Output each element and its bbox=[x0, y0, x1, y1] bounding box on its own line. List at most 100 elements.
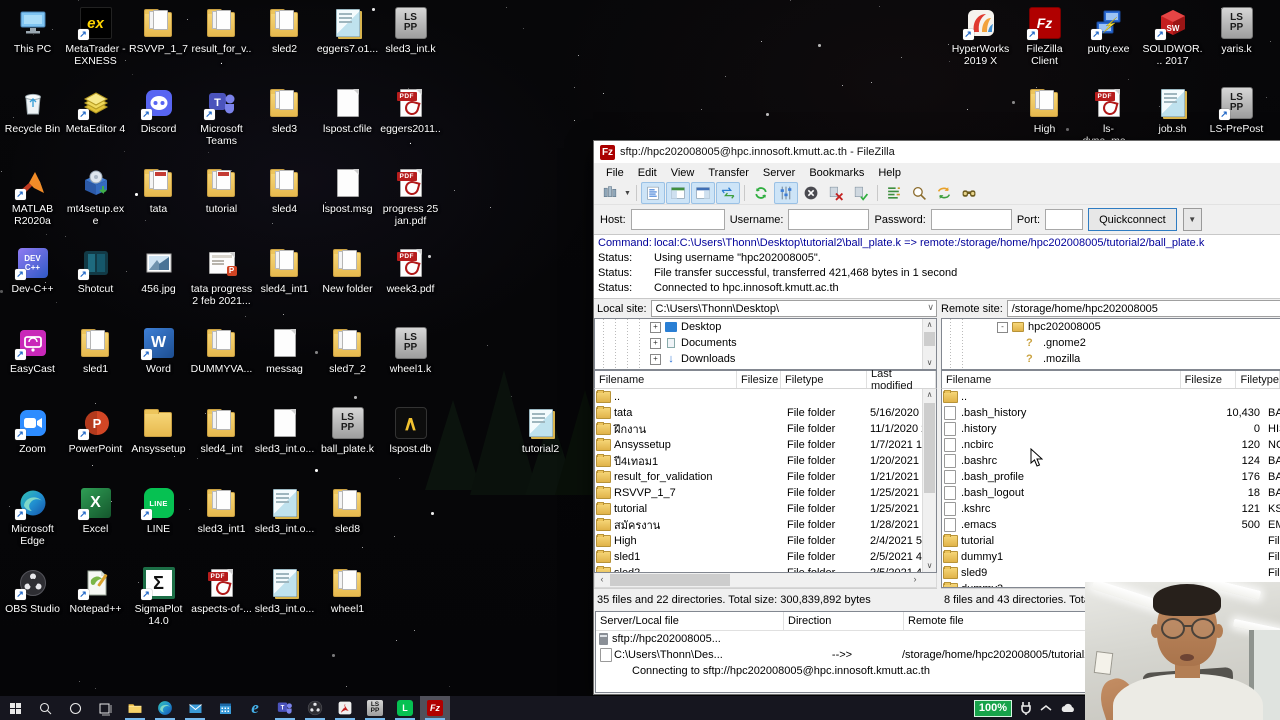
host-input[interactable] bbox=[630, 209, 725, 230]
taskbar-teams-icon[interactable]: T bbox=[270, 696, 300, 720]
desktop-icon-ball-plate-k[interactable]: LS PP ball_plate.k bbox=[316, 406, 379, 485]
desktop-icon-tata-progress-2-feb-2021-[interactable]: Ptata progress 2 feb 2021... bbox=[190, 246, 253, 325]
desktop-icon-metaeditor-4[interactable]: ↗ MetaEditor 4 bbox=[64, 86, 127, 165]
scroll-left-icon[interactable]: ‹ bbox=[595, 573, 609, 587]
local-horizontal-scrollbar[interactable]: ‹ › bbox=[594, 573, 937, 588]
local-file-row[interactable]: RSVVP_1_7File folder1/25/2021 6:24... bbox=[595, 485, 936, 501]
remote-file-row[interactable]: .ncbirc120NCBIRC File bbox=[942, 437, 1280, 453]
taskbar-search-icon[interactable] bbox=[30, 696, 60, 720]
desktop-icon-eggers2011-[interactable]: PDF eggers2011... bbox=[379, 86, 442, 165]
battery-indicator[interactable]: 100% bbox=[973, 699, 1012, 717]
desktop-icon-hyperworks-2019-x[interactable]: ↗ HyperWorks 2019 X bbox=[949, 6, 1012, 85]
desktop-icon-sled3-int-o-[interactable]: sled3_int.o... bbox=[253, 406, 316, 485]
remote-file-row[interactable]: .bash_history10,430BASH_HIST... bbox=[942, 405, 1280, 421]
column-header-last-modified[interactable]: Last modified bbox=[867, 368, 936, 392]
remote-file-list[interactable]: ...bash_history10,430BASH_HIST....histor… bbox=[941, 389, 1280, 588]
toolbar-find-files-icon[interactable] bbox=[957, 182, 981, 204]
tree-expander[interactable]: + bbox=[650, 353, 661, 365]
toolbar-toggle-remote-tree-icon[interactable] bbox=[690, 182, 715, 204]
remote-file-row[interactable]: .bashrc124BASHRC File bbox=[942, 453, 1280, 469]
tree-item-desktop[interactable]: + Desktop bbox=[595, 319, 936, 335]
tree-item-mozilla[interactable]: ? .mozilla bbox=[942, 351, 1280, 367]
desktop-icon-456-jpg[interactable]: 456.jpg bbox=[127, 246, 190, 325]
desktop-icon-filezilla-client[interactable]: Fz ↗ FileZilla Client bbox=[1013, 6, 1076, 85]
toolbar-sync-browsing-icon[interactable] bbox=[932, 182, 956, 204]
column-header-filename[interactable]: Filename bbox=[942, 371, 1181, 388]
desktop-icon-result-for-v-[interactable]: result_for_v... bbox=[190, 6, 253, 85]
toolbar-filter-icon[interactable] bbox=[907, 182, 931, 204]
desktop-icon-obs-studio[interactable]: ↗ OBS Studio bbox=[1, 566, 64, 645]
desktop-icon-excel[interactable]: X ↗ Excel bbox=[64, 486, 127, 565]
port-input[interactable] bbox=[1045, 209, 1084, 230]
menu-view[interactable]: View bbox=[664, 165, 702, 181]
desktop-icon-sled4[interactable]: sled4 bbox=[253, 166, 316, 245]
toolbar-site-manager-icon[interactable] bbox=[598, 182, 622, 204]
tray-chevron-icon[interactable] bbox=[1040, 704, 1052, 712]
menu-server[interactable]: Server bbox=[756, 165, 802, 181]
desktop-icon-mt4setup-exe[interactable]: mt4setup.exe bbox=[64, 166, 127, 245]
scroll-up-icon[interactable]: ∧ bbox=[923, 319, 936, 331]
desktop-icon-matlab-r2020a[interactable]: ↗ MATLAB R2020a bbox=[1, 166, 64, 245]
desktop-icon-zoom[interactable]: ↗ Zoom bbox=[1, 406, 64, 485]
desktop-icon-sled4-int[interactable]: sled4_int bbox=[190, 406, 253, 485]
menu-transfer[interactable]: Transfer bbox=[701, 165, 756, 181]
desktop-icon-dev-c-[interactable]: DEV C++ ↗ Dev-C++ bbox=[1, 246, 64, 325]
desktop-icon-sled3-int-o-[interactable]: sled3_int.o... bbox=[253, 486, 316, 565]
remote-file-row[interactable]: .bash_logout18BASH_LOG... bbox=[942, 485, 1280, 501]
desktop-icon-yaris-k[interactable]: LS PP yaris.k bbox=[1205, 6, 1268, 85]
desktop-icon-powerpoint[interactable]: P ↗ PowerPoint bbox=[64, 406, 127, 485]
remote-file-row[interactable]: .history0HISTORY Fi... bbox=[942, 421, 1280, 437]
local-file-row[interactable]: ปี4เทอม1File folder1/20/2021 5:47... bbox=[595, 453, 936, 469]
tree-item-documents[interactable]: + Documents bbox=[595, 335, 936, 351]
local-list-scrollbar[interactable]: ∧ ∨ bbox=[922, 389, 936, 572]
power-plug-icon[interactable] bbox=[1020, 701, 1032, 715]
scroll-up-icon[interactable]: ∧ bbox=[923, 389, 936, 401]
desktop-icon-sled3-int-o-[interactable]: sled3_int.o... bbox=[253, 566, 316, 645]
desktop-icon-recycle-bin[interactable]: Recycle Bin bbox=[1, 86, 64, 165]
username-input[interactable] bbox=[788, 209, 870, 230]
desktop-icon-week3-pdf[interactable]: PDF week3.pdf bbox=[379, 246, 442, 325]
desktop-icon-sled1[interactable]: sled1 bbox=[64, 326, 127, 405]
remote-file-row[interactable]: tutorialFile folder bbox=[942, 533, 1280, 549]
toolbar-directory-comparison-icon[interactable] bbox=[882, 182, 906, 204]
taskbar-task-view-icon[interactable] bbox=[90, 696, 120, 720]
remote-site-combo[interactable]: /storage/home/hpc202008005 bbox=[1006, 300, 1280, 317]
desktop-icon-microsoft-teams[interactable]: T ↗ Microsoft Teams bbox=[190, 86, 253, 165]
remote-file-row[interactable]: .. bbox=[942, 389, 1280, 405]
tree-expander[interactable]: - bbox=[997, 321, 1008, 333]
taskbar-filezilla-icon[interactable]: Fz bbox=[420, 696, 450, 720]
menu-file[interactable]: File bbox=[599, 165, 631, 181]
desktop-icon-sled3-int-k[interactable]: LS PP sled3_int.k bbox=[379, 6, 442, 85]
desktop-icon-sled8[interactable]: sled8 bbox=[316, 486, 379, 565]
toolbar-reconnect-icon[interactable] bbox=[849, 182, 873, 204]
desktop-icon-ansyssetup[interactable]: Ansyssetup bbox=[127, 406, 190, 485]
taskbar-calendar-icon[interactable] bbox=[210, 696, 240, 720]
local-file-row[interactable]: sled1File folder2/5/2021 4:28:... bbox=[595, 549, 936, 565]
desktop-icon-eggers7-o1-[interactable]: eggers7.o1... bbox=[316, 6, 379, 85]
desktop-icon-sled2[interactable]: sled2 bbox=[253, 6, 316, 85]
desktop-icon-rsvvp-1-7[interactable]: RSVVP_1_7 bbox=[127, 6, 190, 85]
desktop-icon-tutorial[interactable]: tutorial bbox=[190, 166, 253, 245]
remote-file-row[interactable]: .emacs500EMACS File bbox=[942, 517, 1280, 533]
queue-column-direction[interactable]: Direction bbox=[784, 612, 904, 630]
scroll-right-icon[interactable]: › bbox=[908, 573, 922, 587]
toolbar-toggle-queue-icon[interactable] bbox=[715, 182, 740, 204]
desktop-icon-notepad-[interactable]: ↗ Notepad++ bbox=[64, 566, 127, 645]
menu-edit[interactable]: Edit bbox=[631, 165, 664, 181]
local-file-row[interactable]: tutorialFile folder1/25/2021 11:3... bbox=[595, 501, 936, 517]
remote-file-row[interactable]: .bash_profile176BASH_PRO... bbox=[942, 469, 1280, 485]
local-file-list[interactable]: ..tataFile folder5/16/2020 1:23...ฝึกงาน… bbox=[594, 389, 937, 573]
taskbar-start-icon[interactable] bbox=[0, 696, 30, 720]
desktop-icon-wheel1-k[interactable]: LS PP wheel1.k bbox=[379, 326, 442, 405]
desktop-icon-putty-exe[interactable]: ↗ putty.exe bbox=[1077, 6, 1140, 85]
local-file-row[interactable]: สมัครงานFile folder1/28/2021 11:1... bbox=[595, 517, 936, 533]
scroll-down-icon[interactable]: ∨ bbox=[923, 560, 936, 572]
desktop-icon-sigmaplot-14-0[interactable]: Σ ↗ SigmaPlot 14.0 bbox=[127, 566, 190, 645]
desktop-icon-tata[interactable]: tata bbox=[127, 166, 190, 245]
desktop-icon-tutorial2[interactable]: tutorial2 bbox=[509, 406, 572, 485]
desktop-icon-microsoft-edge[interactable]: ↗ Microsoft Edge bbox=[1, 486, 64, 565]
local-file-row[interactable]: tataFile folder5/16/2020 1:23... bbox=[595, 405, 936, 421]
tree-expander[interactable]: + bbox=[650, 321, 661, 333]
tree-item-gnome2[interactable]: ? .gnome2 bbox=[942, 335, 1280, 351]
toolbar-toggle-local-tree-icon[interactable] bbox=[665, 182, 690, 204]
